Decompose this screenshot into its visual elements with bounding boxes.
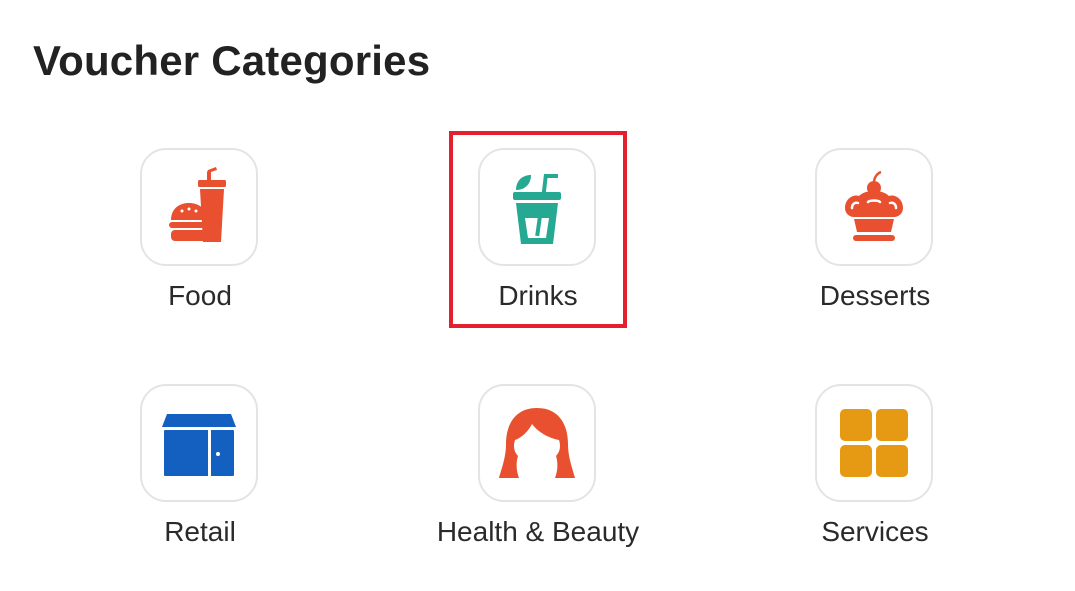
store-icon [162, 414, 236, 476]
category-label: Services [821, 516, 929, 547]
category-grid: Food Drinks Desserts Retail Health & Bea… [0, 0, 1075, 591]
grid-tiles-icon [840, 409, 908, 477]
category-label: Food [168, 280, 232, 311]
category-tile-health-beauty[interactable]: Health & Beauty [418, 384, 658, 574]
category-icon-box[interactable] [478, 148, 596, 266]
category-label: Drinks [498, 280, 578, 311]
category-tile-services[interactable]: Services [755, 384, 995, 574]
category-icon-box[interactable] [478, 384, 596, 502]
category-icon-box[interactable] [140, 148, 258, 266]
cup-drink-icon [513, 174, 561, 244]
category-tile-food[interactable]: Food [80, 148, 320, 338]
category-label: Retail [164, 516, 236, 547]
category-label: Desserts [819, 280, 931, 311]
category-icon-box[interactable] [140, 384, 258, 502]
burger-drink-icon [169, 167, 226, 242]
category-tile-retail[interactable]: Retail [80, 384, 320, 574]
category-icon-box[interactable] [815, 148, 933, 266]
category-icon-box[interactable] [815, 384, 933, 502]
category-tile-drinks[interactable]: Drinks [418, 148, 658, 338]
cake-icon [845, 170, 903, 241]
category-label: Health & Beauty [436, 516, 640, 547]
woman-face-icon [499, 408, 575, 478]
category-tile-desserts[interactable]: Desserts [755, 148, 995, 338]
